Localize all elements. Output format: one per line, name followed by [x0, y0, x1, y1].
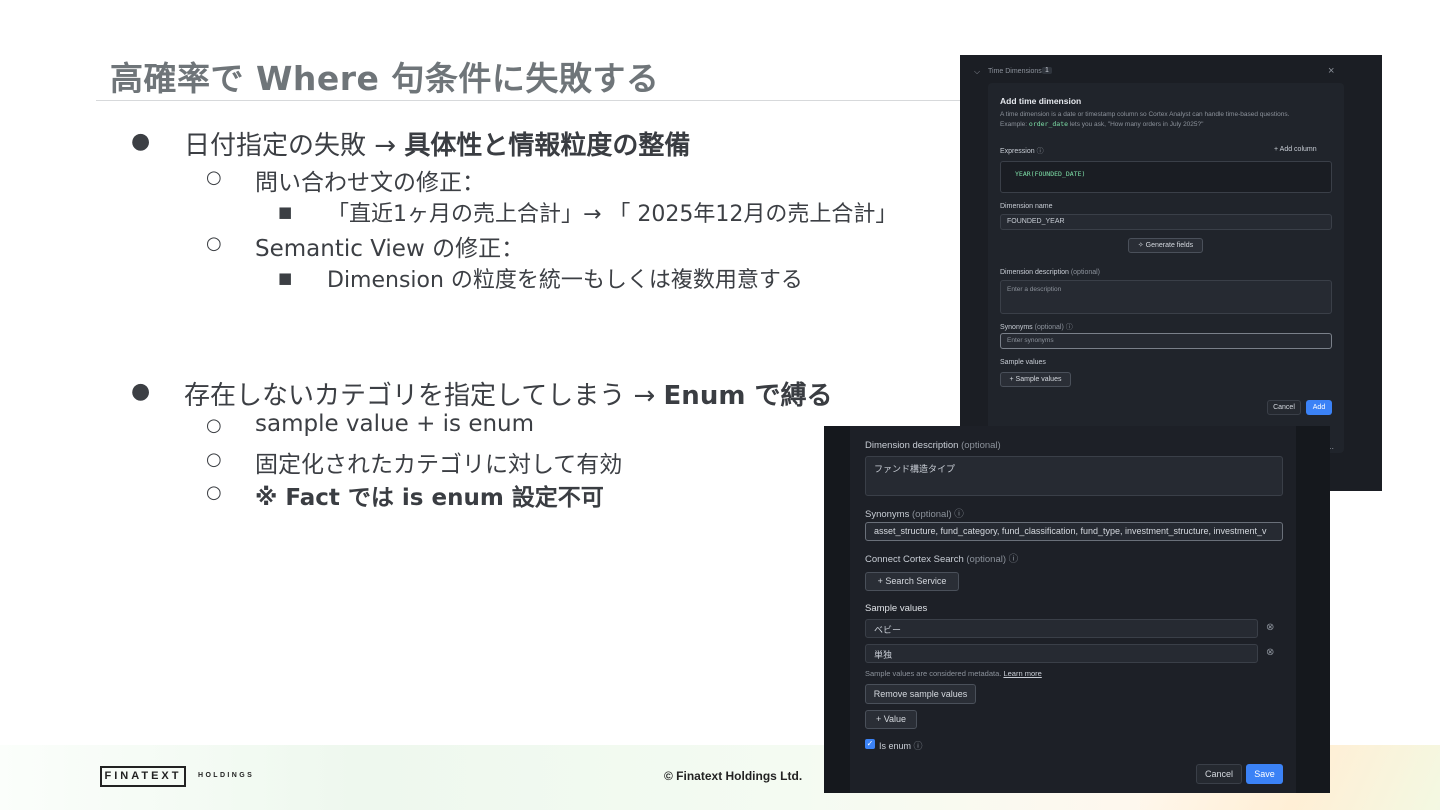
save-button[interactable]: Save	[1246, 764, 1283, 784]
info-icon: ⓘ	[913, 741, 923, 751]
close-icon[interactable]: ×	[1328, 65, 1334, 77]
section1-sub2: Semantic View の修正：	[255, 236, 525, 262]
dimension-name-input[interactable]: FOUNDED_YEAR	[1000, 214, 1332, 230]
dialog-heading: Add time dimension	[1000, 96, 1082, 106]
sample-values-label: Sample values	[865, 603, 928, 614]
expression-value: YEAR(FOUNDED_DATE)	[1015, 170, 1086, 178]
add-sample-values-button[interactable]: + Sample values	[1000, 372, 1071, 387]
bullet-circle: ○	[206, 415, 222, 436]
info-icon: ⓘ	[954, 509, 964, 520]
expression-editor[interactable]: YEAR(FOUNDED_DATE)	[1000, 161, 1332, 193]
section2-sub3: ※ Fact では is enum 設定不可	[255, 478, 604, 512]
dialog: Add time dimension A time dimension is a…	[988, 83, 1344, 453]
count-badge: 1	[1042, 67, 1052, 74]
remove-value-icon[interactable]: ⊗	[1266, 622, 1274, 633]
slide-title: 高確率で Where 句条件に失敗する	[110, 59, 660, 98]
bullet-dot: ●	[131, 379, 151, 404]
section1-sub2-item: Dimension の粒度を統一もしくは複数用意する	[327, 268, 803, 293]
holdings-logo-text: HOLDINGS	[198, 772, 255, 779]
sparkle-icon: ✧	[1137, 242, 1146, 249]
chevron-down-icon[interactable]: ⌵	[974, 67, 980, 77]
synonyms-input[interactable]: Enter synonyms	[1000, 333, 1332, 349]
section-header: Time Dimensions	[988, 68, 1042, 75]
dialog-desc: A time dimension is a date or timestamp …	[1000, 111, 1290, 118]
bullet-square: ■	[278, 269, 293, 287]
bullet-dot: ●	[131, 129, 151, 154]
bullet-circle: ○	[206, 449, 222, 470]
remove-sample-values-button[interactable]: Remove sample values	[865, 684, 976, 704]
synonyms-label: Synonyms (optional) ⓘ	[1000, 324, 1073, 331]
bullet-circle: ○	[206, 233, 222, 254]
section2-heading: 存在しないカテゴリを指定してしまう → Enum で縛る	[184, 375, 832, 412]
section2-strong: Enum で縛る	[663, 381, 833, 411]
generate-fields-button[interactable]: ✧ Generate fields	[1128, 238, 1203, 253]
dimension-name-label: Dimension name	[1000, 203, 1053, 210]
metadata-note: Sample values are considered metadata. L…	[865, 669, 1042, 678]
section1-sub1: 問い合わせ文の修正：	[255, 170, 485, 196]
remove-value-icon[interactable]: ⊗	[1266, 647, 1274, 658]
info-icon: ⓘ	[1065, 324, 1073, 331]
title-divider	[96, 100, 966, 101]
section1-sub1-item: 「直近1ヶ月の売上合計」→ 「 2025年12月の売上合計」	[327, 202, 898, 227]
dimension-description-input[interactable]: ファンド構造タイプ	[865, 456, 1283, 496]
sample-values-label: Sample values	[1000, 359, 1046, 366]
add-button[interactable]: Add	[1306, 400, 1332, 415]
section2-sub1: sample value + is enum	[255, 411, 535, 437]
info-icon: ⓘ	[1008, 554, 1019, 565]
bullet-circle: ○	[206, 482, 222, 503]
cancel-button[interactable]: Cancel	[1196, 764, 1242, 784]
section1-strong: 具体性と情報粒度の整備	[404, 131, 691, 161]
is-enum-label: Is enum ⓘ	[879, 741, 923, 751]
section1-text: 日付指定の失敗 →	[184, 131, 405, 161]
add-column-button[interactable]: + Add column	[1274, 146, 1317, 153]
is-enum-checkbox[interactable]: ✓	[865, 739, 875, 749]
copyright: © Finatext Holdings Ltd.	[664, 769, 803, 783]
cancel-button[interactable]: Cancel	[1267, 400, 1301, 415]
section2-text: 存在しないカテゴリを指定してしまう →	[184, 381, 664, 411]
section2-sub2: 固定化されたカテゴリに対して有効	[255, 452, 623, 478]
enum-settings-screenshot: Dimension description (optional) ファンド構造タ…	[824, 426, 1330, 793]
bullet-circle: ○	[206, 167, 222, 188]
learn-more-link[interactable]: Learn more	[1003, 669, 1041, 678]
finatext-logo: FINATEXT	[100, 766, 186, 787]
add-value-button[interactable]: + Value	[865, 710, 917, 729]
synonyms-input[interactable]: asset_structure, fund_category, fund_cla…	[865, 522, 1283, 541]
expression-label: Expression ⓘ	[1000, 148, 1044, 155]
dimension-description-label: Dimension description (optional)	[865, 440, 1001, 451]
dimension-form: Dimension description (optional) ファンド構造タ…	[850, 426, 1296, 793]
connect-cortex-search-label: Connect Cortex Search (optional) ⓘ	[865, 554, 1019, 565]
search-service-button[interactable]: + Search Service	[865, 572, 959, 591]
synonyms-label: Synonyms (optional) ⓘ	[865, 509, 964, 520]
sample-value-input[interactable]: 単独	[865, 644, 1258, 663]
dialog-desc-example: Example: order_date lets you ask, "How m…	[1000, 120, 1204, 128]
sample-value-input[interactable]: ベビー	[865, 619, 1258, 638]
dimension-description-input[interactable]: Enter a description	[1000, 280, 1332, 314]
info-icon: ⓘ	[1036, 148, 1044, 155]
bullet-square: ■	[278, 203, 293, 221]
section1-heading: 日付指定の失敗 → 具体性と情報粒度の整備	[184, 125, 690, 162]
section2-sub3-strong: ※ Fact では is enum 設定不可	[255, 485, 604, 511]
dimension-description-label: Dimension description (optional)	[1000, 269, 1101, 276]
